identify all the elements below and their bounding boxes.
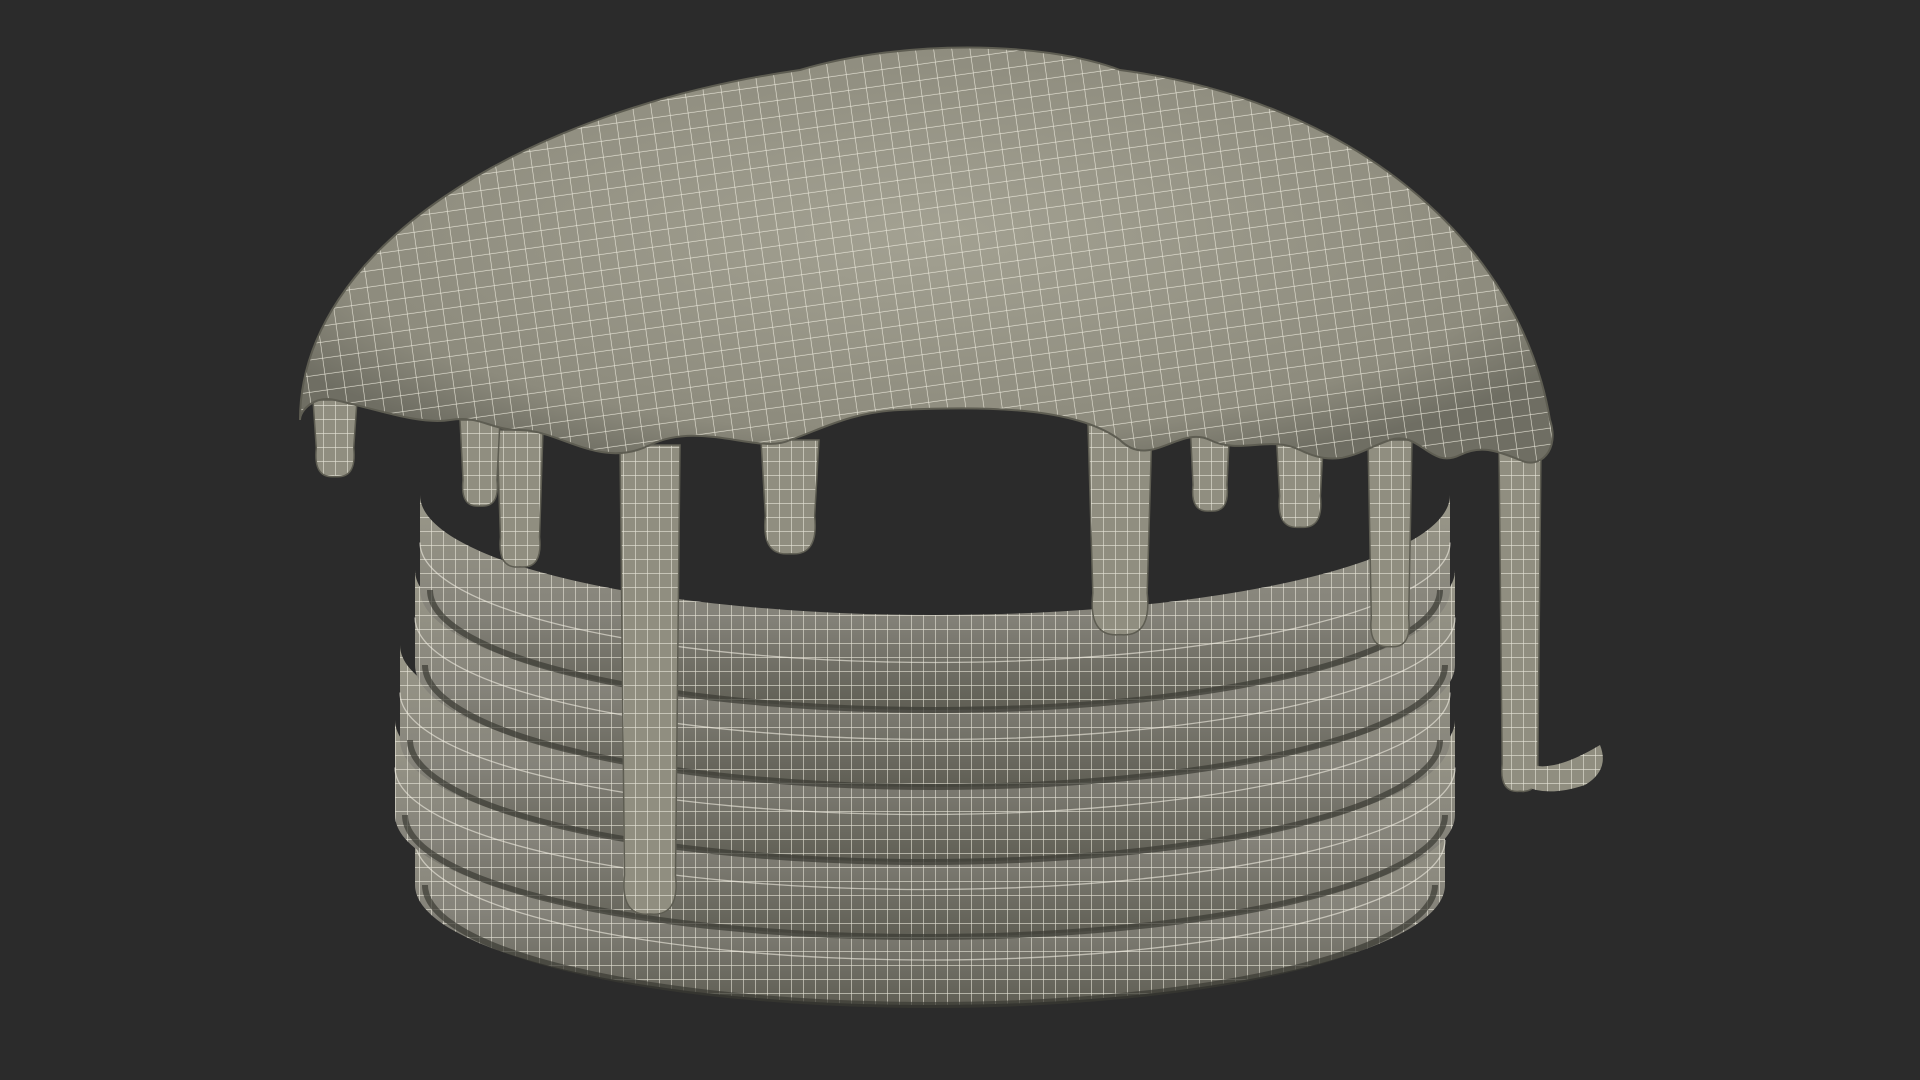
wireframe-render [299, 46, 1603, 1008]
pancake-stack [394, 495, 1456, 1008]
syrup-drip [312, 399, 358, 478]
syrup-cap-mesh [300, 47, 1553, 463]
syrup-drip [619, 444, 681, 915]
syrup-drip [1367, 439, 1413, 648]
syrup-drip [1498, 449, 1542, 793]
syrup-drip [496, 429, 544, 568]
3d-viewport[interactable] [0, 0, 1920, 1080]
syrup-top [299, 46, 1554, 464]
syrup-drip [459, 419, 501, 507]
syrup-drip [760, 439, 820, 555]
syrup-drip [1087, 424, 1153, 636]
